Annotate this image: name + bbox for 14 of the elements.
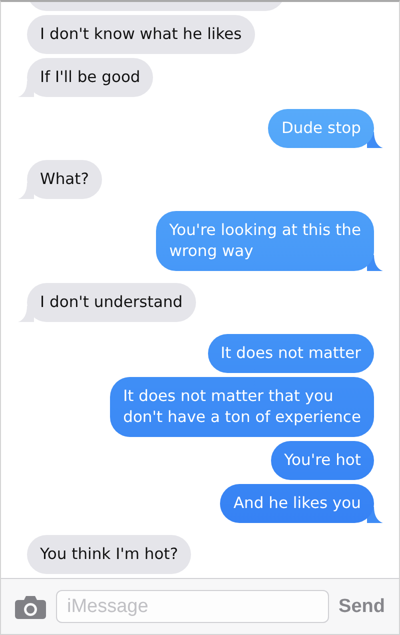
message-bubble: What? — [27, 160, 102, 199]
message-bubble: And he likes you — [220, 484, 374, 523]
message-input[interactable]: iMessage — [56, 590, 329, 623]
send-button[interactable]: Send — [338, 596, 385, 618]
message-bubble: You think I'm hot? — [27, 535, 192, 574]
message-bubble: You're hot — [271, 441, 374, 480]
message-bubble: It does not matter that you don't have a ton of experience — [110, 377, 374, 437]
camera-icon[interactable] — [15, 594, 46, 618]
message-bubble: I don't understand — [27, 283, 196, 322]
message-bubble: It does not matter — [208, 334, 374, 373]
message-bubble: Dude stop — [268, 109, 374, 148]
message-bubble: You're looking at this the wrong way — [156, 211, 374, 271]
message-bubble: I don't know what he likes — [27, 15, 255, 54]
message-bubble: If I'll be good — [27, 58, 154, 97]
